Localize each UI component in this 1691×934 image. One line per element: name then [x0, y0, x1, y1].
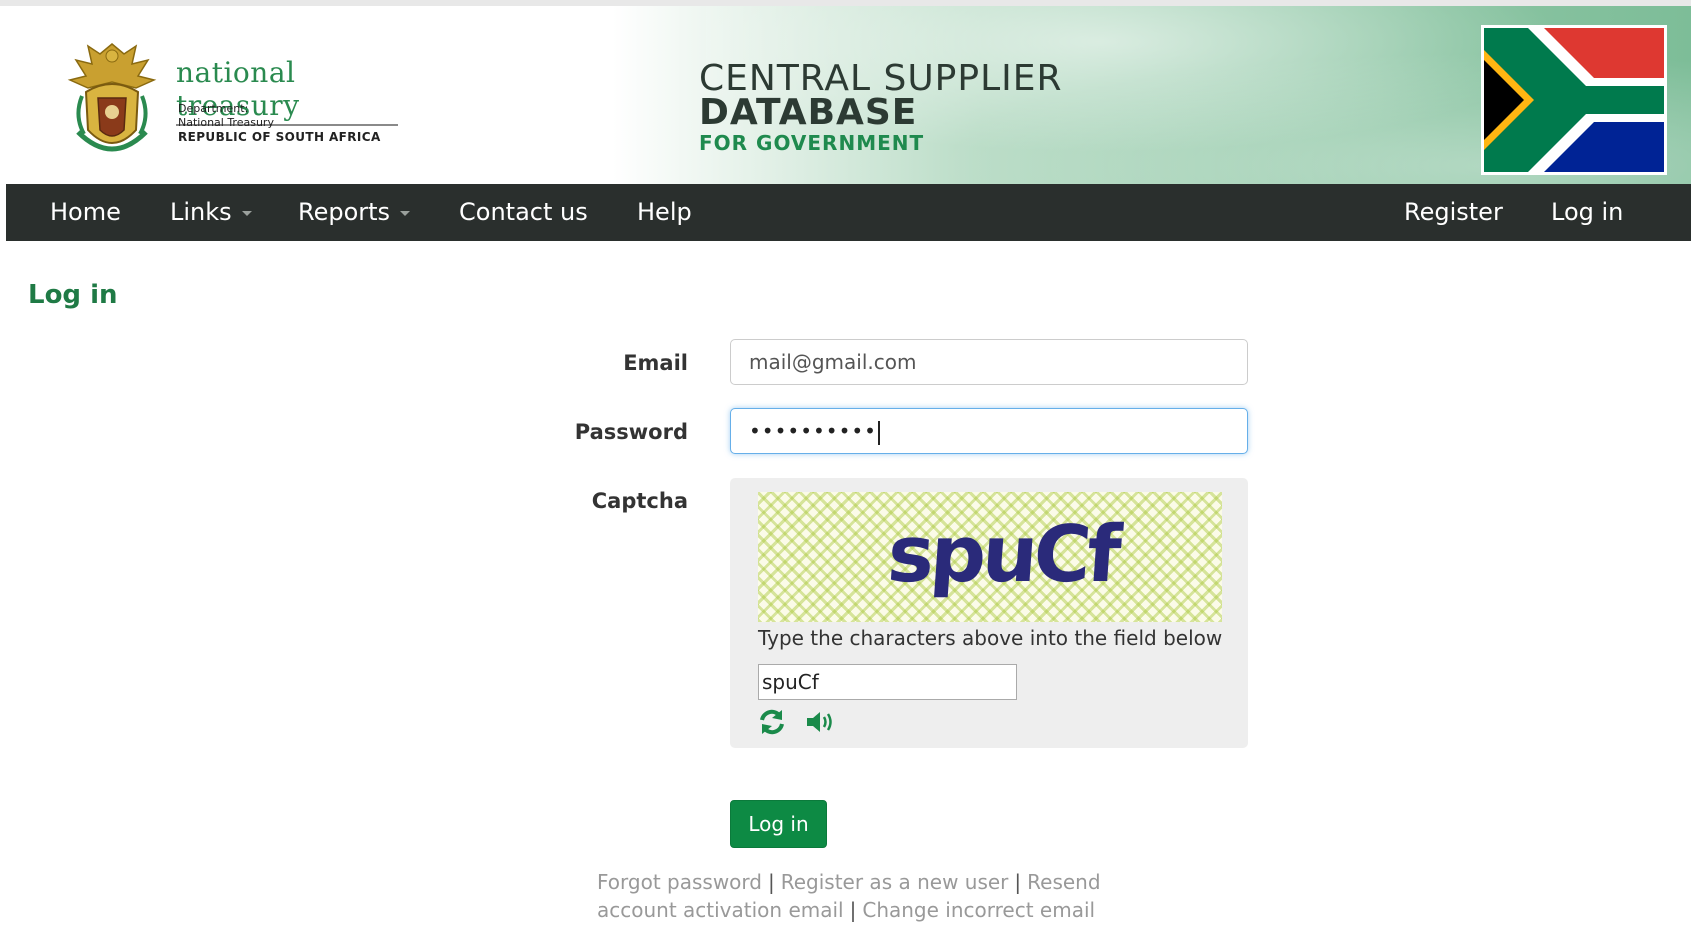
log-in-button[interactable]: Log in	[730, 800, 827, 848]
site-header: national treasury Department: National T…	[6, 6, 1691, 184]
forgot-password-link[interactable]: Forgot password	[597, 870, 762, 894]
captcha-panel: spuCf Type the characters above into the…	[730, 478, 1248, 748]
chevron-down-icon	[400, 210, 411, 216]
captcha-label: Captcha	[591, 489, 688, 513]
logo-line-3: REPUBLIC OF SOUTH AFRICA	[178, 130, 381, 144]
logo-subtitle: Department: National Treasury REPUBLIC O…	[178, 102, 381, 144]
captcha-image-text: spuCf	[884, 510, 1121, 600]
banner-line-3: FOR GOVERNMENT	[699, 131, 925, 155]
change-email-link[interactable]: Change incorrect email	[862, 898, 1095, 922]
register-new-user-link[interactable]: Register as a new user	[781, 870, 1009, 894]
page-title: Log in	[28, 280, 118, 310]
logo-line-2: National Treasury	[178, 116, 274, 129]
nav-reports-label: Reports	[298, 198, 391, 226]
nav-contact-us[interactable]: Contact us	[459, 184, 588, 241]
nav-help[interactable]: Help	[637, 184, 692, 241]
main-navbar: Home Links Reports Contact us Help Regis…	[6, 184, 1691, 241]
link-separator: |	[849, 898, 857, 922]
nav-home[interactable]: Home	[50, 184, 121, 241]
password-label: Password	[574, 420, 688, 444]
south-africa-flag-icon	[1484, 28, 1664, 172]
audio-icon[interactable]	[804, 708, 836, 736]
link-separator: |	[767, 870, 775, 894]
password-value: ••••••••••	[749, 419, 877, 443]
chevron-down-icon	[241, 210, 252, 216]
email-label: Email	[623, 351, 688, 375]
refresh-icon[interactable]	[756, 708, 788, 736]
nav-links-dropdown[interactable]: Links	[170, 184, 252, 241]
link-separator: |	[1014, 870, 1022, 894]
banner-line-2: DATABASE	[699, 92, 918, 133]
coat-of-arms-logo[interactable]	[64, 36, 160, 160]
nav-links-label: Links	[170, 198, 232, 226]
password-field[interactable]: ••••••••••	[730, 408, 1248, 454]
text-cursor	[877, 420, 880, 445]
email-field[interactable]: mail@gmail.com	[730, 339, 1248, 385]
nav-reports-dropdown[interactable]: Reports	[298, 184, 411, 241]
captcha-image: spuCf	[758, 492, 1222, 622]
captcha-instruction: Type the characters above into the field…	[758, 626, 1223, 650]
nav-log-in[interactable]: Log in	[1551, 184, 1623, 241]
account-links: Forgot password | Register as a new user | R…	[597, 868, 1127, 924]
nav-register[interactable]: Register	[1404, 184, 1503, 241]
captcha-input[interactable]: spuCf	[758, 664, 1017, 700]
logo-line-1: Department:	[178, 102, 249, 115]
